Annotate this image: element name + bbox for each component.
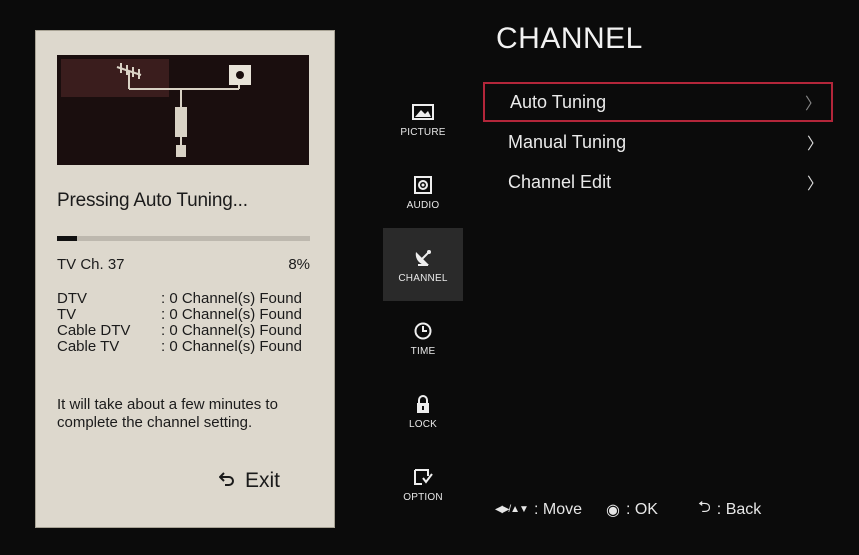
found-row-cable-tv: Cable TV : 0 Channel(s) Found [57,339,337,355]
current-channel-line: TV Ch. 37 8% [57,256,310,273]
found-row-cable-dtv: Cable DTV : 0 Channel(s) Found [57,323,337,339]
found-type: Cable DTV [57,322,131,339]
auto-tuning-dialog: Pressing Auto Tuning... TV Ch. 37 8% DTV… [35,30,335,528]
tuning-progress-fill [57,236,78,241]
chevron-right-icon: 〉 [806,176,823,193]
clock-icon [411,319,435,343]
back-arrow-icon [218,469,235,493]
category-label: CHANNEL [398,272,448,284]
category-channel[interactable]: CHANNEL [383,228,463,301]
back-hint: : Back [716,500,762,518]
category-label: OPTION [403,491,443,503]
category-lock[interactable]: LOCK [383,374,463,447]
tv-screen: Pressing Auto Tuning... TV Ch. 37 8% DTV… [0,0,859,555]
exit-label: Exit [245,469,281,492]
menu-item-label: Manual Tuning [508,131,627,152]
navigation-keys-icon: ◀▶/▲▼ [495,504,529,515]
exit-button[interactable]: Exit [218,469,281,493]
menu-item-label: Auto Tuning [510,91,607,112]
lock-icon [411,392,435,416]
found-channels-list: DTV : 0 Channel(s) Found TV : 0 Channel(… [57,291,337,355]
picture-icon [411,100,435,124]
ok-hint: : OK [625,500,658,518]
tuning-status-heading: Pressing Auto Tuning... [57,190,248,211]
antenna-connection-diagram [57,55,309,165]
found-value: : 0 Channel(s) Found [161,322,302,339]
category-label: PICTURE [400,126,446,138]
settings-category-menu: PICTURE AUDIO CHANNEL TIME LOCK OPTION [383,82,463,520]
found-type: TV [57,306,77,323]
channel-menu: Auto Tuning 〉 Manual Tuning 〉 Channel Ed… [483,82,833,202]
menu-item-auto-tuning[interactable]: Auto Tuning 〉 [483,82,833,122]
satellite-icon [411,246,435,270]
option-icon [411,465,435,489]
found-row-tv: TV : 0 Channel(s) Found [57,307,337,323]
remote-key-hints: ◀▶/▲▼ : Move ◉ : OK ⮌ : Back [495,496,761,523]
menu-item-channel-edit[interactable]: Channel Edit 〉 [483,162,833,202]
category-label: AUDIO [406,199,440,211]
tuning-note-line2: complete the channel setting. [57,414,253,431]
audio-icon [411,173,435,197]
move-hint: : Move [533,500,582,518]
ok-key-icon: ◉ [605,501,620,519]
category-label: TIME [410,345,436,357]
category-picture[interactable]: PICTURE [383,82,463,155]
current-channel: TV Ch. 37 [57,256,125,273]
found-row-dtv: DTV : 0 Channel(s) Found [57,291,337,307]
category-audio[interactable]: AUDIO [383,155,463,228]
tuning-progress-bar [57,236,310,241]
category-time[interactable]: TIME [383,301,463,374]
tuning-note-line1: It will take about a few minutes to [57,396,278,413]
found-value: : 0 Channel(s) Found [161,338,302,355]
category-option[interactable]: OPTION [383,447,463,520]
progress-percent: 8% [288,256,310,273]
found-value: : 0 Channel(s) Found [161,306,302,323]
menu-item-label: Channel Edit [508,171,612,192]
found-value: : 0 Channel(s) Found [161,290,302,307]
chevron-right-icon: 〉 [806,136,823,153]
found-type: DTV [57,290,87,307]
back-key-icon: ⮌ [697,499,711,516]
found-type: Cable TV [57,338,120,355]
tuning-note: It will take about a few minutes to comp… [57,396,327,432]
menu-item-manual-tuning[interactable]: Manual Tuning 〉 [483,122,833,162]
chevron-right-icon: 〉 [804,96,821,113]
panel-title: CHANNEL [496,22,643,55]
category-label: LOCK [408,418,438,430]
